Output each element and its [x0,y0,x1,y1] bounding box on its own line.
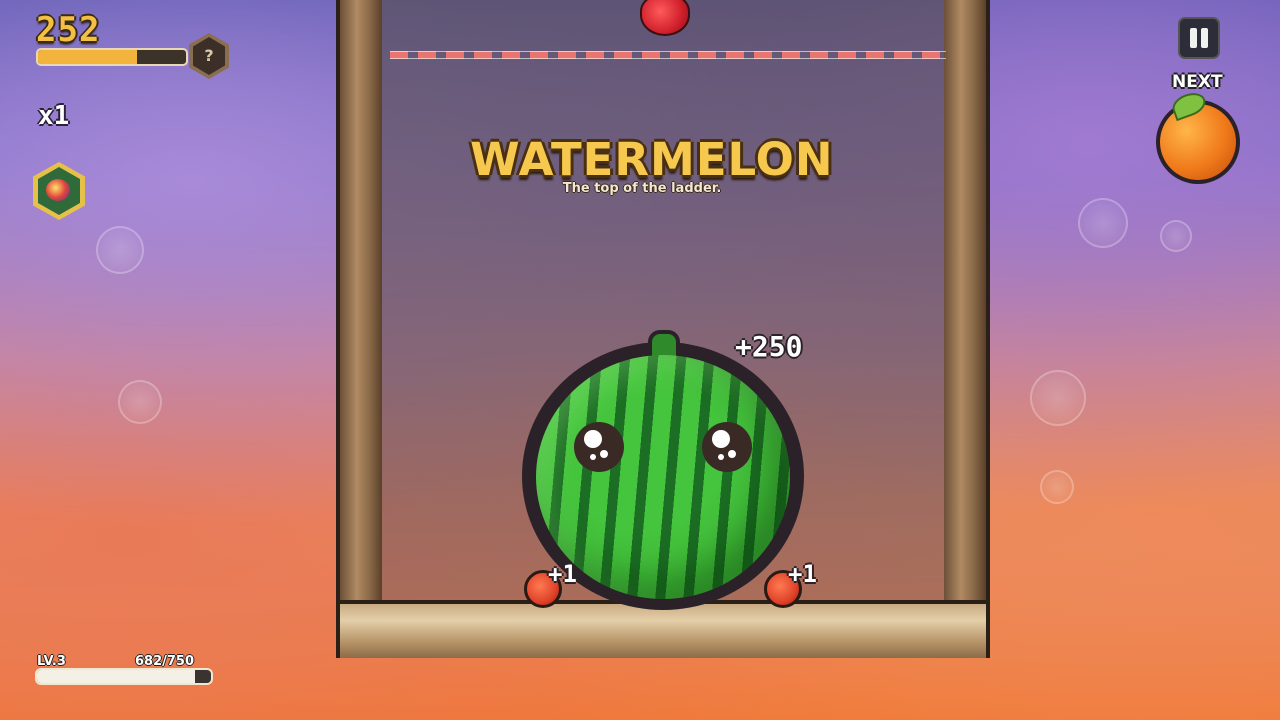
next-label: NEXT [1172,72,1223,92]
watermelon-eye-right [702,422,752,472]
orange-icon [1160,104,1236,180]
danger-line [390,51,946,59]
bokeh-circle [1160,220,1192,252]
level-label: LV.3 [37,654,66,669]
score-progress-bar [36,48,188,66]
score-popup: +250 [735,330,803,363]
score-value: 252 [36,10,101,50]
score-popup-right: +1 [788,560,817,588]
mystery-badge-label: ? [193,37,225,75]
bokeh-circle [1030,370,1086,426]
fruit-subtitle: The top of the ladder. [562,181,722,196]
score-popup-left: +1 [548,560,577,588]
xp-progress-fill [37,670,196,683]
pause-icon-bar-left [1190,28,1197,48]
bokeh-circle [118,380,162,424]
gem-icon[interactable] [33,162,85,220]
eye-shine [728,450,736,458]
eye-shine [584,430,602,448]
left-wall [340,0,382,600]
fruit-title: WATERMELON [470,133,834,186]
watermelon-eye-left [574,422,624,472]
bokeh-circle [1040,470,1074,504]
multiplier-text: x1 [38,101,70,131]
bokeh-circle [96,226,144,274]
next-fruit-preview [1156,88,1240,184]
xp-text: 682/750 [135,654,195,669]
bokeh-circle [1078,198,1128,248]
pause-icon-bar-right [1201,28,1208,48]
xp-progress-bar [35,668,213,685]
eye-shine [718,454,724,460]
right-wall [944,0,986,600]
score-progress-fill [38,50,138,64]
gem-core [46,179,70,201]
eye-shine [600,450,608,458]
eye-shine [712,430,730,448]
pause-button[interactable] [1178,17,1220,59]
eye-shine [590,454,596,460]
mystery-badge[interactable]: ? [189,33,229,79]
